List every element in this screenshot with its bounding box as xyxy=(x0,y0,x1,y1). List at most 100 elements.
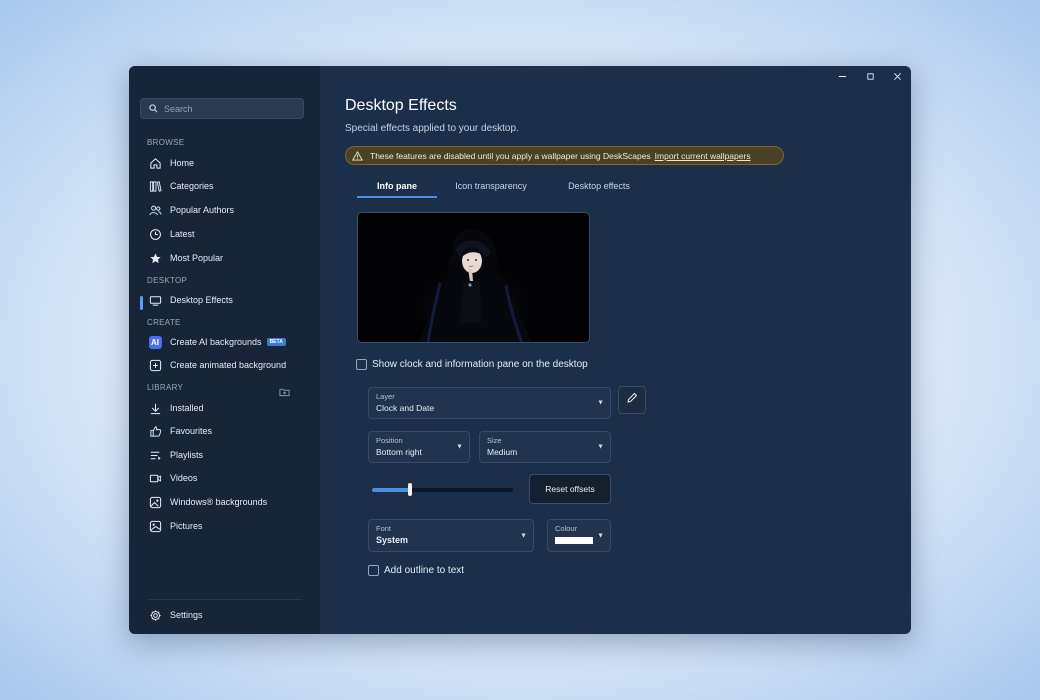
import-wallpapers-link[interactable]: Import current wallpapers xyxy=(655,151,751,161)
sidebar-item-label: Pictures xyxy=(170,521,203,531)
font-value: System xyxy=(376,535,409,545)
minimize-icon xyxy=(838,72,847,84)
thumbs-up-icon xyxy=(148,424,162,438)
clock-icon xyxy=(148,227,162,241)
layer-dropdown[interactable]: Layer Clock and Date ▼ xyxy=(368,387,611,419)
wallpaper-preview xyxy=(357,212,590,343)
sidebar-item-label: Playlists xyxy=(170,450,204,460)
font-label: Font xyxy=(376,524,392,533)
app-window: BROWSE Home Categories Popular Authors L… xyxy=(129,66,911,634)
sidebar-item-popular-authors[interactable]: Popular Authors xyxy=(140,199,310,221)
search-input[interactable] xyxy=(164,103,294,114)
sidebar-item-label: Latest xyxy=(170,229,195,239)
page-title: Desktop Effects xyxy=(345,97,457,114)
size-label: Size xyxy=(487,436,502,445)
ai-icon-label: AI xyxy=(148,335,162,349)
section-label-desktop: DESKTOP xyxy=(147,276,188,285)
sidebar-item-desktop-effects[interactable]: Desktop Effects xyxy=(140,289,310,311)
warning-icon xyxy=(352,150,363,161)
star-icon xyxy=(148,251,162,265)
books-icon xyxy=(148,179,162,193)
sidebar-item-settings[interactable]: Settings xyxy=(140,604,310,626)
sidebar-item-favourites[interactable]: Favourites xyxy=(140,420,310,442)
sidebar-item-label: Popular Authors xyxy=(170,205,235,215)
sidebar-item-label: Settings xyxy=(170,610,203,620)
position-dropdown[interactable]: Position Bottom right ▼ xyxy=(368,431,470,463)
monitor-icon xyxy=(148,293,162,307)
pencil-icon xyxy=(626,391,638,409)
chevron-down-icon: ▼ xyxy=(520,532,527,539)
sidebar: BROWSE Home Categories Popular Authors L… xyxy=(129,66,320,634)
download-icon xyxy=(148,401,162,415)
edit-layer-button[interactable] xyxy=(618,386,646,414)
section-label-create: CREATE xyxy=(147,318,181,327)
colour-picker[interactable]: Colour ▼ xyxy=(547,519,611,552)
sidebar-divider xyxy=(147,599,302,600)
reset-offsets-button[interactable]: Reset offsets xyxy=(529,474,611,504)
show-clock-checkbox-row[interactable]: Show clock and information pane on the d… xyxy=(356,359,588,370)
page-subtitle: Special effects applied to your desktop. xyxy=(345,123,519,134)
tab-icon-transparency[interactable]: Icon transparency xyxy=(437,174,545,198)
ai-icon: AI xyxy=(148,335,162,349)
show-clock-checkbox[interactable] xyxy=(356,359,367,370)
preview-artwork xyxy=(358,213,589,342)
colour-swatch xyxy=(555,537,593,544)
tab-info-pane[interactable]: Info pane xyxy=(357,174,437,198)
chevron-down-icon: ▼ xyxy=(597,532,604,539)
gear-icon xyxy=(148,608,162,622)
sidebar-item-latest[interactable]: Latest xyxy=(140,223,310,245)
section-label-library: LIBRARY xyxy=(147,383,184,392)
sidebar-item-label: Desktop Effects xyxy=(170,295,233,305)
image-icon xyxy=(148,495,162,509)
beta-badge: BETA xyxy=(266,338,286,346)
sidebar-item-installed[interactable]: Installed xyxy=(140,397,310,419)
main-panel: Desktop Effects Special effects applied … xyxy=(320,66,911,634)
playlist-icon xyxy=(148,448,162,462)
size-value: Medium xyxy=(487,447,518,457)
sidebar-item-create-ai-backgrounds[interactable]: AI Create AI backgrounds BETA xyxy=(140,331,310,353)
outline-checkbox[interactable] xyxy=(368,565,379,576)
show-clock-label: Show clock and information pane on the d… xyxy=(372,359,588,370)
chevron-down-icon: ▼ xyxy=(597,399,604,407)
warning-text: These features are disabled until you ap… xyxy=(370,150,651,161)
sidebar-item-label: Installed xyxy=(170,403,204,413)
sidebar-item-windows-backgrounds[interactable]: Windows® backgrounds xyxy=(140,491,310,513)
sidebar-item-label: Videos xyxy=(170,473,198,483)
position-value: Bottom right xyxy=(376,447,422,457)
offset-slider-fill xyxy=(372,488,410,492)
outline-label: Add outline to text xyxy=(384,565,465,576)
search-box[interactable] xyxy=(140,98,304,119)
sidebar-item-pictures[interactable]: Pictures xyxy=(140,515,310,537)
size-dropdown[interactable]: Size Medium ▼ xyxy=(479,431,611,463)
close-button[interactable] xyxy=(889,72,905,84)
sidebar-item-playlists[interactable]: Playlists xyxy=(140,444,310,466)
minimize-button[interactable] xyxy=(834,72,850,84)
video-icon xyxy=(148,471,162,485)
add-folder-icon[interactable] xyxy=(279,384,291,397)
sidebar-item-create-animated-background[interactable]: Create animated background xyxy=(140,354,310,376)
offset-slider[interactable] xyxy=(372,483,513,496)
font-dropdown[interactable]: Font System ▼ xyxy=(368,519,534,552)
sidebar-item-label: Home xyxy=(170,158,195,168)
tab-desktop-effects[interactable]: Desktop effects xyxy=(545,174,653,198)
maximize-button[interactable] xyxy=(862,72,878,84)
search-icon xyxy=(149,100,158,118)
maximize-icon xyxy=(866,72,875,84)
layer-label: Layer xyxy=(376,392,395,401)
tab-bar: Info pane Icon transparency Desktop effe… xyxy=(357,174,653,198)
sidebar-item-videos[interactable]: Videos xyxy=(140,467,310,489)
add-square-icon xyxy=(148,358,162,372)
sidebar-item-label: Create AI backgrounds xyxy=(170,337,262,347)
sidebar-item-home[interactable]: Home xyxy=(140,152,310,174)
sidebar-item-most-popular[interactable]: Most Popular xyxy=(140,247,310,269)
sidebar-item-label: Favourites xyxy=(170,426,213,436)
sidebar-item-label: Most Popular xyxy=(170,253,224,263)
sidebar-item-categories[interactable]: Categories xyxy=(140,175,310,197)
offset-slider-thumb[interactable] xyxy=(408,483,412,496)
sidebar-item-label: Categories xyxy=(170,181,214,191)
close-icon xyxy=(893,72,902,84)
outline-checkbox-row[interactable]: Add outline to text xyxy=(368,565,464,576)
home-icon xyxy=(148,156,162,170)
warning-banner: These features are disabled until you ap… xyxy=(345,146,784,165)
people-icon xyxy=(148,203,162,217)
